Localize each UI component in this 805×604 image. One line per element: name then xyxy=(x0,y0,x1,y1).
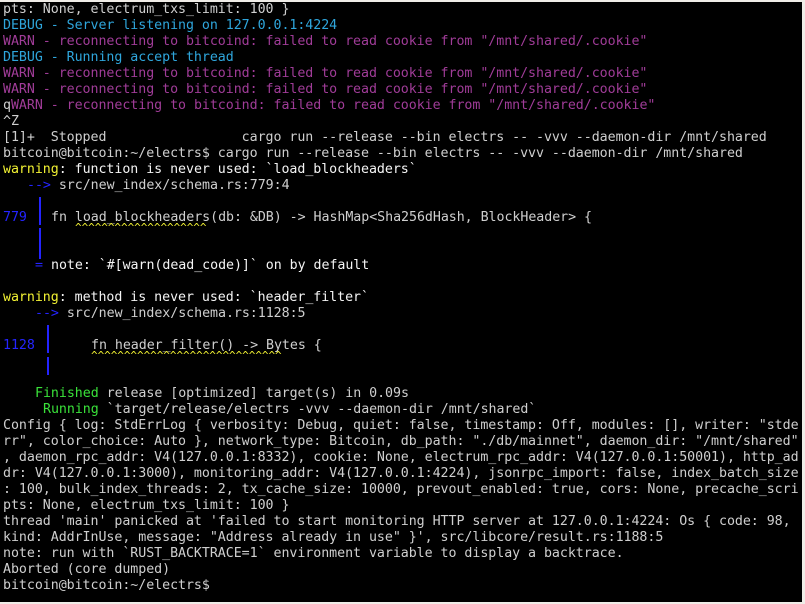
compiler-warning: warning: function is never used: `load_b… xyxy=(3,162,417,178)
backtrace-note-line: note: run with `RUST_BACKTRACE=1` enviro… xyxy=(3,546,624,561)
ctrl-z-echo: ^Z xyxy=(3,114,19,129)
gutter-bar xyxy=(39,228,41,259)
shell-prompt-input[interactable]: bitcoin@bitcoin:~/electrs$ xyxy=(3,578,210,594)
compiler-warning: warning: method is never used: `header_f… xyxy=(3,290,369,306)
config-output-line: pts: None, electrum_txs_limit: 100 } xyxy=(3,498,290,513)
finished-text: release [optimized] target(s) in 0.09s xyxy=(98,386,409,401)
shell-prompt: bitcoin@bitcoin:~/electrs$ xyxy=(3,146,210,161)
arrow-icon: --> xyxy=(35,306,59,321)
warn-text: WARN - reconnecting to bitcoind: failed … xyxy=(10,98,656,113)
warning-label: warning xyxy=(3,290,59,305)
warn-log-line: WARN - reconnecting to bitcoind: failed … xyxy=(3,82,648,97)
arrow-icon: --> xyxy=(27,178,51,193)
caret-underline: ^^^^^^^^^^^^^^^^^^^^ xyxy=(75,221,207,234)
caret-underline: ^^^^^^^^^^^^^^^^^^^^^^^^^^^^^ xyxy=(91,349,282,362)
gutter-bar xyxy=(39,214,41,225)
config-output-line: : 100, bulk_index_threads: 2, tx_cache_s… xyxy=(3,482,799,497)
job-stopped-line: [1]+ Stopped cargo run --release --bin e… xyxy=(3,130,767,145)
gutter-bar xyxy=(47,325,49,343)
config-output-line: rr", color_choice: Auto }, network_type:… xyxy=(3,434,799,449)
gutter-bar xyxy=(39,197,41,215)
config-output-line: Config { log: StdErrLog { verbosity: Deb… xyxy=(3,418,799,433)
log-line: pts: None, electrum_txs_limit: 100 } xyxy=(3,2,290,17)
location-text: src/new_index/schema.rs:1128:5 xyxy=(58,306,306,321)
typed-char: q xyxy=(3,98,11,113)
location-text: src/new_index/schema.rs:779:4 xyxy=(50,178,290,193)
line-number: 779 xyxy=(3,210,27,225)
warn-log-line: WARN - reconnecting to bitcoind: failed … xyxy=(3,66,648,81)
gutter-bar xyxy=(47,342,49,353)
command-line: bitcoin@bitcoin:~/electrs$ cargo run --r… xyxy=(3,146,743,162)
warn-log-line: WARN - reconnecting to bitcoind: failed … xyxy=(3,34,648,49)
config-output-line: , daemon_rpc_addr: V4(127.0.0.1:8332), c… xyxy=(3,450,799,465)
warning-location: --> src/new_index/schema.rs:1128:5 xyxy=(35,306,306,322)
warning-message: : method is never used: `header_filter` xyxy=(58,290,369,305)
debug-log-line: DEBUG - Server listening on 127.0.0.1:42… xyxy=(3,18,338,33)
running-text: `target/release/electrs -vvv --daemon-di… xyxy=(98,402,537,417)
terminal-window[interactable]: pts: None, electrum_txs_limit: 100 } DEB… xyxy=(0,2,802,602)
warning-message: : function is never used: `load_blockhea… xyxy=(58,162,417,177)
gutter-bar xyxy=(47,357,49,375)
panic-message-line: kind: AddrInUse, message: "Address alrea… xyxy=(3,530,664,545)
build-finished-line: Finished release [optimized] target(s) i… xyxy=(35,386,409,402)
aborted-line: Aborted (core dumped) xyxy=(3,562,171,577)
panic-message-line: thread 'main' panicked at 'failed to sta… xyxy=(3,514,791,529)
warn-log-line: qWARN - reconnecting to bitcoind: failed… xyxy=(3,98,655,114)
note-text: note: `#[warn(dead_code)]` on by default xyxy=(51,258,370,273)
finished-label: Finished xyxy=(35,386,99,401)
command-text: cargo run --release --bin electrs -- -vv… xyxy=(209,146,743,161)
warning-location: --> src/new_index/schema.rs:779:4 xyxy=(27,178,290,194)
config-output-line: dr: V4(127.0.0.1:3000), monitoring_addr:… xyxy=(3,466,799,481)
debug-log-line: DEBUG - Running accept thread xyxy=(3,50,234,65)
line-number: 1128 xyxy=(3,338,35,353)
build-running-line: Running `target/release/electrs -vvv --d… xyxy=(43,402,536,418)
note-marker: = xyxy=(35,258,43,273)
warning-label: warning xyxy=(3,162,59,177)
running-label: Running xyxy=(43,402,99,417)
